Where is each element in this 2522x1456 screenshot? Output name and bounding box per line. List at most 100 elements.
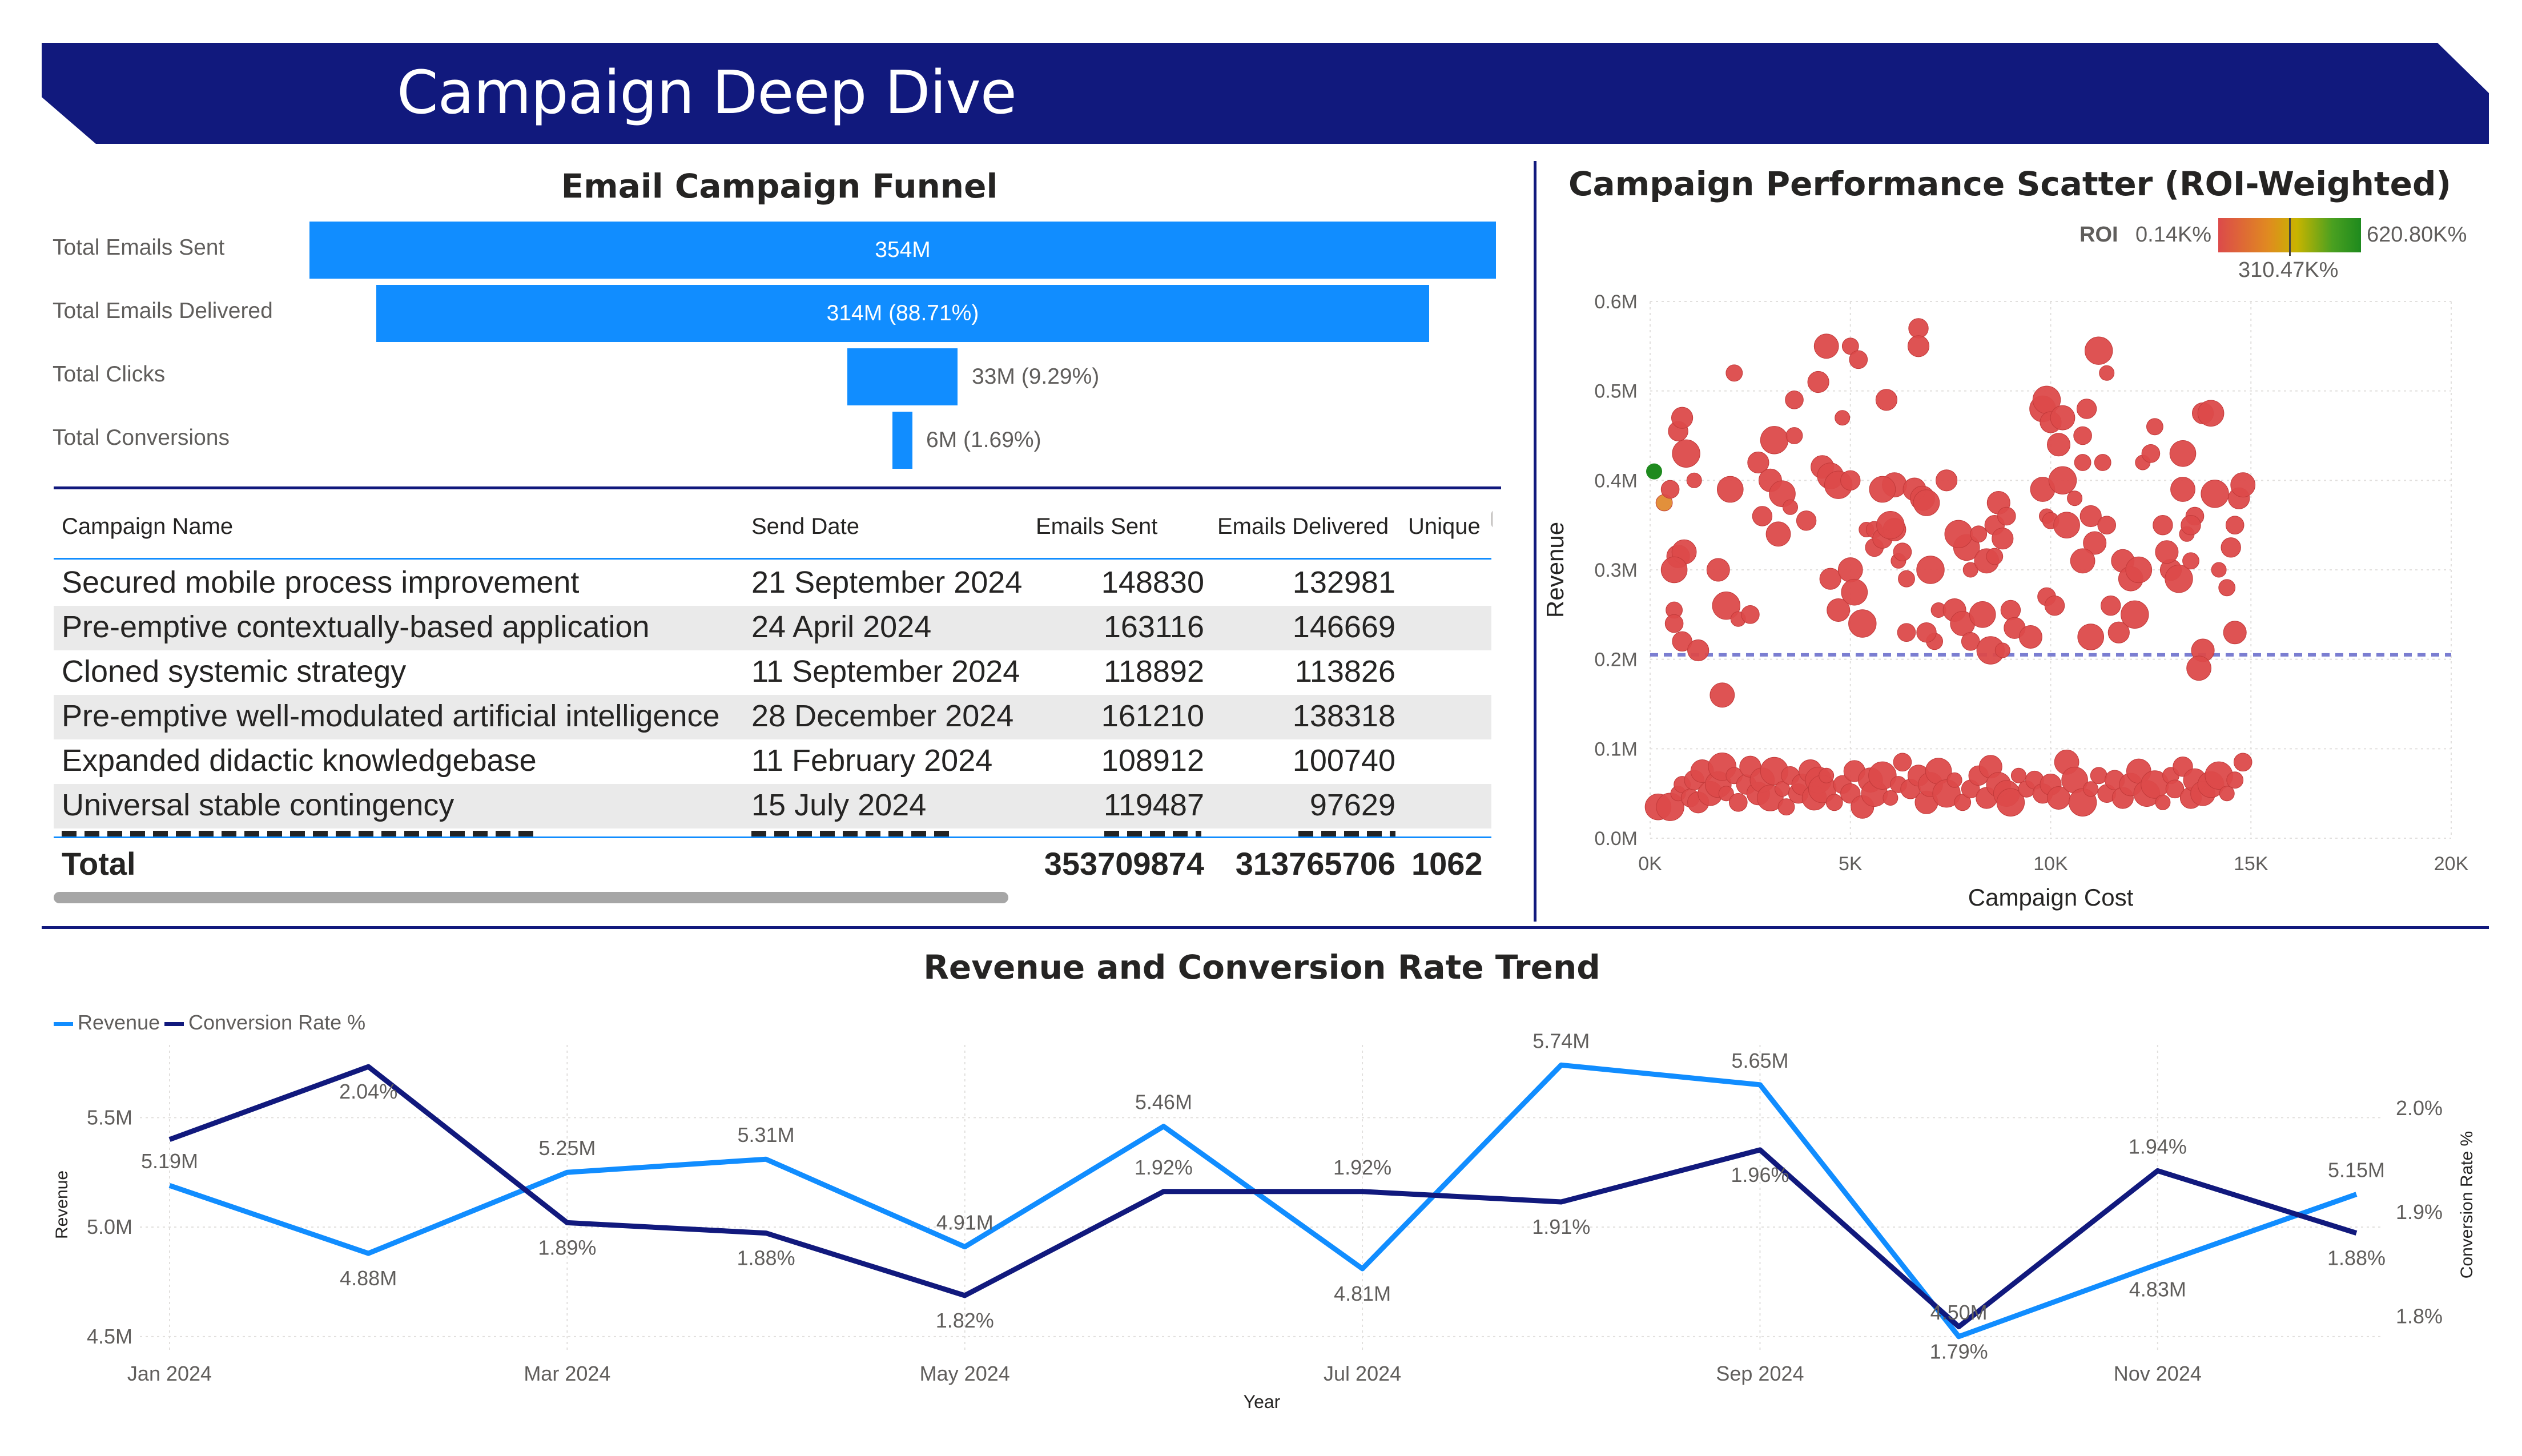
clipped-row-text [751, 831, 957, 836]
cell-send-date: 28 December 2024 [751, 699, 1014, 733]
cell-campaign-name: Pre-emptive well-modulated artificial in… [62, 699, 720, 733]
scatter-point [2090, 767, 2107, 785]
scatter-point [1840, 470, 1861, 490]
cell-campaign-name: Expanded didactic knowledgebase [62, 743, 537, 778]
table-row[interactable]: Pre-emptive contextually-based applicati… [54, 606, 1491, 650]
roi-legend-max: 620.80K% [2367, 223, 2467, 247]
scatter-point [2226, 771, 2244, 789]
table-row[interactable]: Secured mobile process improvement 21 Se… [54, 561, 1491, 606]
revenue-line [168, 1062, 2358, 1340]
revenue-data-label: 4.50M [1930, 1301, 1988, 1324]
table-row[interactable]: Pre-emptive well-modulated artificial in… [54, 695, 1491, 739]
scatter-point [2073, 426, 2092, 445]
revenue-data-label: 5.19M [141, 1149, 198, 1173]
funnel-label-delivered: Total Emails Delivered [53, 299, 273, 323]
scatter-point [2083, 781, 2099, 797]
column-header-emails-sent[interactable]: Emails Sent [1036, 514, 1157, 540]
total-emails-delivered: 313765706 [1235, 846, 1395, 882]
scatter-point [1672, 439, 1700, 468]
campaign-table[interactable]: Campaign Name Send Date Emails Sent Emai… [54, 485, 1493, 908]
scatter-point [1765, 521, 1791, 547]
scatter-point [2053, 512, 2080, 539]
scatter-point [1897, 623, 1916, 642]
scatter-x-tick: 15K [2234, 853, 2268, 875]
scatter-point [2181, 515, 2201, 536]
scatter-point [2225, 516, 2245, 535]
scatter-point [1706, 558, 1730, 582]
scatter-point [1686, 472, 1702, 488]
scatter-point [2010, 767, 2026, 783]
revenue-data-label: 5.74M [1532, 1029, 1590, 1052]
column-header-unique[interactable]: Unique [1408, 514, 1481, 540]
column-header-emails-delivered[interactable]: Emails Delivered [1217, 514, 1389, 540]
trend-line-chart[interactable]: 5.5M 5.0M 4.5M 2.0% 1.9% 1.8% Jan 2024 Mar 2024… [0, 1028, 2522, 1427]
scatter-point [2018, 625, 2042, 649]
scatter-y-tick: 0.5M [1594, 381, 1638, 403]
trend-x-tick: Jul 2024 [1324, 1362, 1401, 1385]
table-row[interactable]: Cloned systemic strategy 11 September 20… [54, 650, 1491, 695]
trend-y-right-tick: 1.8% [2396, 1304, 2443, 1328]
revenue-data-label: 5.46M [1135, 1091, 1192, 1114]
column-header-campaign-name[interactable]: Campaign Name [62, 514, 233, 540]
scatter-point [1729, 793, 1748, 812]
scatter-x-tick: 20K [2434, 853, 2469, 875]
cell-emails-delivered: 132981 [1292, 565, 1395, 600]
conversion-data-label: 2.04% [339, 1080, 397, 1103]
funnel-value-conversions: 6M (1.69%) [926, 428, 1041, 452]
scatter-point [2218, 579, 2236, 597]
cell-send-date: 21 September 2024 [751, 565, 1023, 600]
conversion-data-label: 1.91% [1532, 1215, 1590, 1238]
trend-y-right-title: Conversion Rate % [2457, 1131, 2476, 1278]
funnel-value-clicks: 33M (9.29%) [972, 364, 1100, 389]
cell-campaign-name: Secured mobile process improvement [62, 565, 580, 600]
scatter-point [1944, 520, 1973, 548]
scatter-point [2074, 454, 2091, 471]
cell-campaign-name: Cloned systemic strategy [62, 654, 407, 689]
funnel-bar-clicks[interactable] [847, 348, 958, 405]
cell-emails-sent: 108912 [1101, 743, 1204, 778]
scatter-y-tick: 0.2M [1594, 649, 1638, 671]
conversion-data-label: 1.89% [538, 1236, 596, 1259]
scatter-point [1760, 426, 1789, 455]
scatter-y-tick: 0.4M [1594, 470, 1638, 492]
revenue-data-label: 4.81M [1334, 1282, 1391, 1305]
scatter-point [1913, 489, 1940, 516]
table-horizontal-scrollbar[interactable] [54, 892, 1008, 903]
scatter-point [2000, 600, 2021, 621]
revenue-data-label: 4.83M [2129, 1277, 2186, 1301]
conversion-data-label: 1.88% [2327, 1246, 2386, 1270]
total-emails-sent: 353709874 [1044, 846, 1204, 882]
scatter-point [1969, 601, 1996, 628]
scatter-point [1813, 333, 1839, 359]
legend-revenue-swatch [54, 1021, 73, 1026]
conversion-data-label: 1.96% [1731, 1163, 1789, 1186]
scatter-y-tick: 0.1M [1594, 738, 1638, 760]
scatter-point [1837, 557, 1863, 582]
scatter-point [2094, 454, 2111, 471]
revenue-data-label: 4.88M [340, 1266, 397, 1290]
scatter-y-tick: 0.6M [1594, 291, 1638, 313]
scatter-point [1869, 476, 1896, 503]
scatter-point [2197, 400, 2225, 427]
scatter-point [1893, 753, 1912, 772]
scatter-point [1916, 556, 1945, 584]
scatter-point [2155, 794, 2171, 810]
scatter-x-tick: 5K [1839, 853, 1863, 875]
scatter-point [1875, 389, 1898, 411]
scatter-point [1907, 335, 1930, 357]
scatter-point [2050, 405, 2075, 431]
scatter-x-tick: 0K [1638, 853, 1662, 875]
trend-x-tick: Sep 2024 [1716, 1362, 1804, 1385]
roi-legend-mid: 310.47K% [2238, 258, 2339, 282]
funnel-bar-conversions[interactable] [892, 412, 912, 469]
trend-y-right-tick: 1.9% [2396, 1200, 2443, 1224]
trend-y-right-tick: 2.0% [2396, 1096, 2443, 1120]
scatter-plot[interactable]: 0K 5K 10K 15K 20K 0.0M 0.1M 0.2M 0.3M 0.4M 0.5M 0.6… [1536, 285, 2518, 919]
cell-emails-delivered: 138318 [1292, 699, 1395, 733]
scatter-point [2146, 418, 2163, 436]
scatter-point [1835, 410, 1851, 426]
table-row[interactable]: Universal stable contingency 15 July 202… [54, 784, 1491, 828]
table-vertical-scrollbar[interactable] [1491, 509, 1493, 529]
table-row[interactable]: Expanded didactic knowledgebase 11 Febru… [54, 739, 1491, 784]
column-header-send-date[interactable]: Send Date [751, 514, 859, 540]
